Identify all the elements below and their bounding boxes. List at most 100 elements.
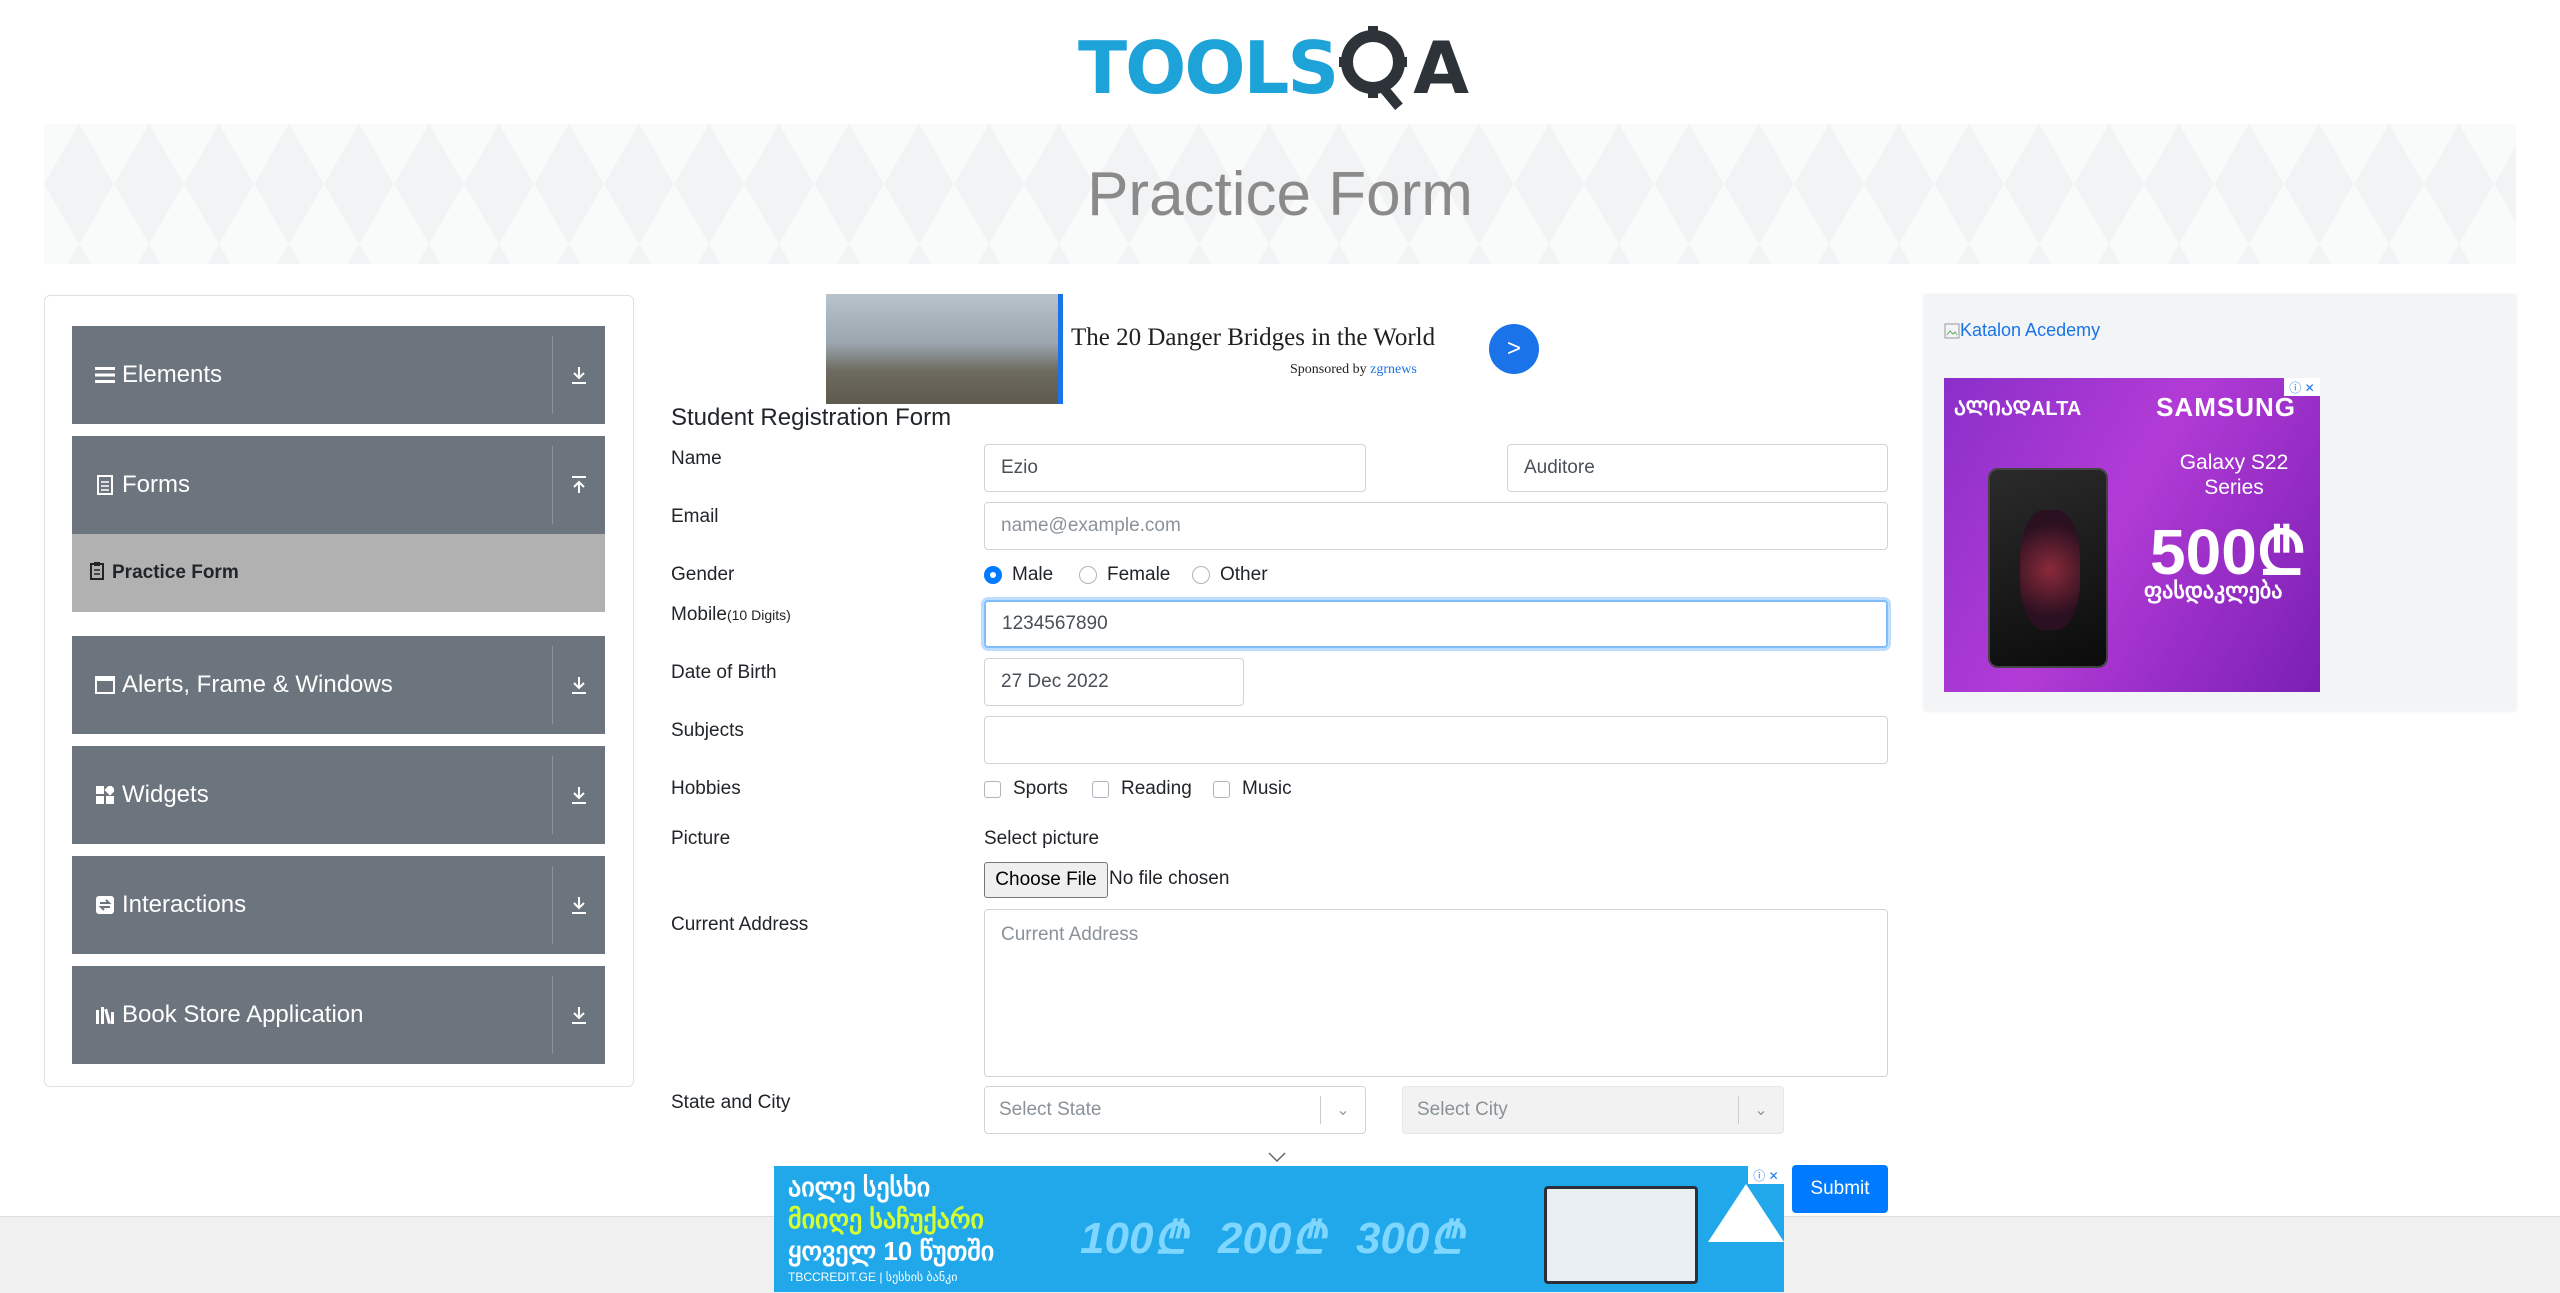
sidebar-group-label: Book Store Application [122, 1001, 364, 1028]
ad-headline[interactable]: The 20 Danger Bridges in the World [1071, 324, 1435, 352]
sponsor-name[interactable]: zgrnews [1370, 362, 1417, 377]
ad-text-block: აილე სესხი მიიღე საჩუქარი ყოველ 10 წუთში… [788, 1166, 1108, 1292]
sidebar-group-label: Alerts, Frame & Windows [122, 671, 393, 698]
ad-line-3: ყოველ 10 წუთში [788, 1236, 995, 1266]
checkbox-label: Music [1242, 778, 1292, 799]
sidebar-group-label: Elements [122, 361, 223, 388]
page-title: Practice Form [1087, 159, 1473, 229]
first-name-input[interactable]: Ezio [984, 444, 1366, 492]
sidebar-group-elements[interactable]: Elements [72, 326, 605, 424]
picture-label: Picture [671, 828, 731, 849]
katalon-academy-link[interactable]: Katalon Acedemy [1944, 320, 2100, 341]
state-city-label: State and City [671, 1092, 791, 1113]
sidebar-group-forms[interactable]: Forms [72, 436, 605, 534]
expand-arrow-icon[interactable] [553, 746, 605, 844]
select-picture-label: Select picture [984, 828, 1100, 849]
radio-selected-icon[interactable] [984, 566, 1002, 584]
email-input[interactable]: name@example.com [984, 502, 1888, 550]
phone-image [1988, 468, 2108, 668]
sidebar-group-book-store[interactable]: Book Store Application [72, 966, 605, 1064]
mobile-input[interactable]: 1234567890 [984, 600, 1888, 648]
katalon-link-text[interactable]: Katalon Acedemy [1960, 320, 2100, 341]
chevron-down-icon[interactable] [1268, 1146, 1286, 1167]
gender-radio-female[interactable]: Female [1079, 564, 1170, 586]
sidebar-group-interactions[interactable]: Interactions [72, 856, 605, 954]
subjects-input[interactable] [984, 716, 1888, 764]
samsung-ad[interactable]: ᲐᲚᲘᲐᲓALTA SAMSUNG Galaxy S22 Series 500₾… [1944, 378, 2320, 692]
choose-file-button[interactable]: Choose File [984, 862, 1108, 898]
ad-line-1: აილე სესხი [788, 1172, 931, 1202]
radio-label: Female [1107, 564, 1171, 585]
gender-radio-other[interactable]: Other [1192, 564, 1268, 586]
city-select[interactable]: Select City ⌄ [1402, 1086, 1784, 1134]
ad-close-icon[interactable]: ⓘ ✕ [2284, 378, 2320, 396]
ad-line-2: მიიღე საჩუქარი [788, 1204, 985, 1234]
sponsored-ad[interactable]: The 20 Danger Bridges in the World Spons… [826, 294, 1668, 404]
radio-icon[interactable] [1079, 566, 1097, 584]
clipboard-icon [90, 561, 104, 585]
current-address-label: Current Address [671, 914, 809, 935]
chevron-down-icon[interactable]: ⌄ [1321, 1100, 1365, 1120]
state-select-value: Select State [999, 1099, 1102, 1120]
checkbox-icon[interactable] [1092, 780, 1109, 798]
price-caption: ფასდაკლება [2144, 578, 2283, 603]
expand-arrow-icon[interactable] [553, 326, 605, 424]
ad-amount-2: 200₾ [1218, 1214, 1326, 1263]
radio-icon[interactable] [1192, 566, 1210, 584]
chevron-down-icon[interactable]: ⌄ [1739, 1100, 1783, 1120]
mobile-label: Mobile(10 Digits) [671, 604, 791, 626]
sidebar-group-widgets[interactable]: Widgets [72, 746, 605, 844]
checkbox-icon[interactable] [984, 780, 1001, 798]
date-of-birth-input[interactable]: 27 Dec 2022 [984, 658, 1244, 706]
bottom-ad[interactable]: აილე სესხი მიიღე საჩუქარი ყოველ 10 წუთში… [774, 1166, 1784, 1292]
checkbox-label: Sports [1013, 778, 1068, 799]
radio-label: Male [1012, 564, 1054, 585]
samsung-brand: SAMSUNG [2156, 392, 2296, 422]
email-label: Email [671, 506, 719, 527]
last-name-input[interactable]: Auditore [1507, 444, 1888, 492]
expand-arrow-icon[interactable] [553, 636, 605, 734]
ad-footer-text: TBCCREDIT.GE | სესხის ბანკი [788, 1270, 958, 1284]
ad-arrow-button[interactable]: > [1489, 324, 1539, 374]
mobile-hint: (10 Digits) [726, 607, 791, 623]
alta-brand: ᲐᲚᲘᲐᲓALTA [1954, 398, 2082, 420]
gender-label: Gender [671, 564, 735, 585]
hobby-checkbox-music[interactable]: Music [1213, 778, 1292, 800]
hobby-checkbox-reading[interactable]: Reading [1092, 778, 1192, 800]
logo-tools-text: TOOLS [1078, 26, 1339, 110]
broken-image-icon [1944, 323, 1960, 338]
magnifier-gear-icon [1339, 26, 1408, 110]
hobby-checkbox-sports[interactable]: Sports [984, 778, 1068, 800]
dob-label: Date of Birth [671, 662, 777, 683]
name-label: Name [671, 448, 722, 469]
sidebar-group-label: Interactions [122, 891, 247, 918]
checkbox-icon[interactable] [1213, 780, 1230, 798]
mobile-label-text: Mobile [671, 604, 727, 625]
menu-icon [94, 364, 116, 386]
sidebar-group-label: Widgets [122, 781, 209, 808]
ad-amount-1: 100₾ [1080, 1214, 1188, 1263]
ad-close-icon[interactable]: ⓘ ✕ [1748, 1166, 1784, 1184]
state-select[interactable]: Select State ⌄ [984, 1086, 1366, 1134]
form-heading: Student Registration Form [671, 404, 952, 431]
interactions-icon [94, 894, 116, 916]
right-ad-panel: Katalon Acedemy ᲐᲚᲘᲐᲓALTA SAMSUNG Galaxy… [1924, 294, 2516, 710]
gender-radio-male[interactable]: Male [984, 564, 1053, 586]
collapse-arrow-icon[interactable] [553, 436, 605, 534]
checkbox-label: Reading [1121, 778, 1192, 799]
sidebar-group-alerts[interactable]: Alerts, Frame & Windows [72, 636, 605, 734]
expand-arrow-icon[interactable] [553, 856, 605, 954]
sponsored-by-text: Sponsored by [1290, 362, 1367, 377]
submit-button[interactable]: Submit [1792, 1165, 1888, 1213]
current-address-textarea[interactable]: Current Address [984, 909, 1888, 1077]
sidebar-item-label: Practice Form [112, 562, 239, 583]
sidebar-item-practice-form[interactable]: Practice Form [72, 534, 605, 612]
toolsqa-logo[interactable]: TOOLS A [1078, 20, 1482, 116]
expand-arrow-icon[interactable] [553, 966, 605, 1064]
ad-amount-3: 300₾ [1356, 1214, 1464, 1263]
tbc-logo-icon [1708, 1184, 1784, 1242]
sidebar-group-label: Forms [122, 471, 190, 498]
document-icon [94, 474, 116, 496]
logo-a-text: A [1413, 26, 1469, 110]
ad-sponsor-line: Sponsored by zgrnews [1290, 362, 1417, 378]
